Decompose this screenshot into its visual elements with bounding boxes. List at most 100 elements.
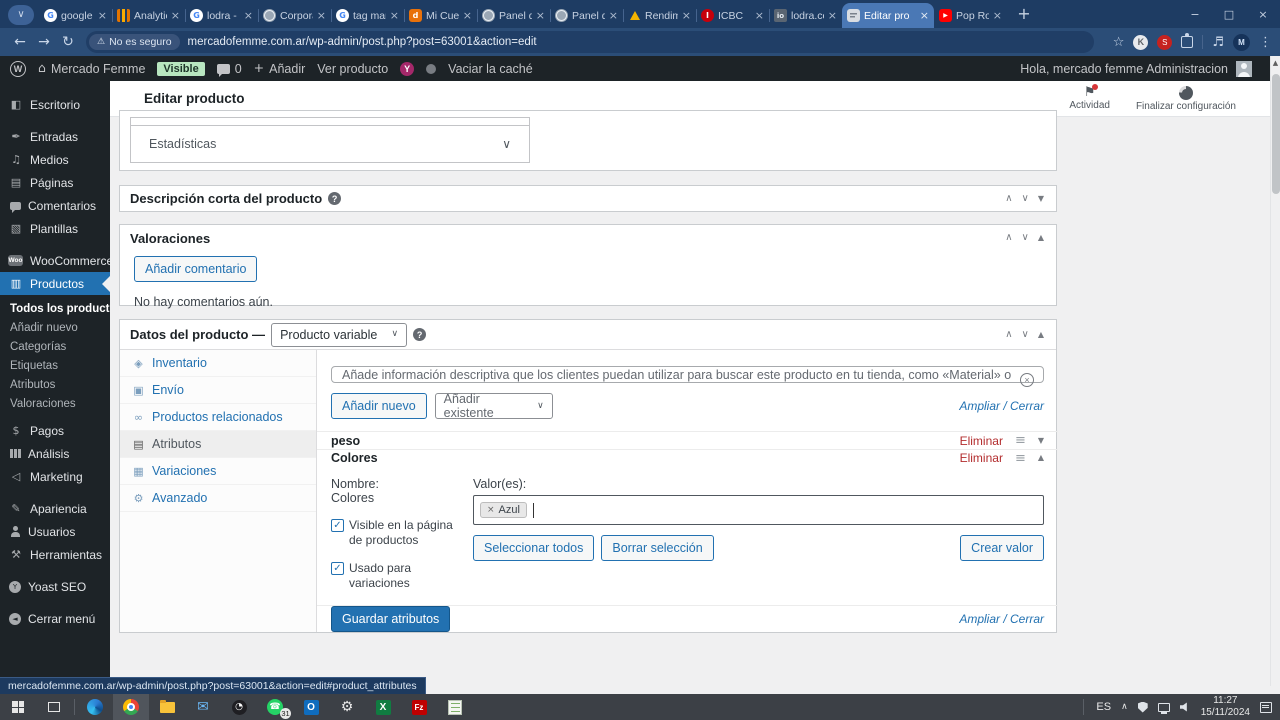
- submenu-categorias[interactable]: Categorías: [0, 337, 110, 356]
- tab-atributos[interactable]: ▤ Atributos: [120, 431, 316, 458]
- task-view-button[interactable]: [36, 694, 72, 720]
- scrollbar-thumb[interactable]: [1272, 74, 1280, 194]
- minimize-button[interactable]: −: [1178, 0, 1212, 28]
- sidebar-item-analisis[interactable]: Análisis: [0, 442, 110, 465]
- add-comment-button[interactable]: Añadir comentario: [134, 256, 257, 282]
- taskbar-notes[interactable]: [437, 694, 473, 720]
- browser-tab[interactable]: Analytics ×: [112, 3, 185, 28]
- browser-tab[interactable]: ICBC ×: [696, 3, 769, 28]
- status-dot-icon[interactable]: [426, 64, 436, 74]
- maximize-button[interactable]: □: [1212, 0, 1246, 28]
- taskbar-clock[interactable]: 11:27 15/11/2024: [1201, 695, 1250, 720]
- attribute-row-colores[interactable]: Colores Eliminar ≡ ▲: [317, 449, 1058, 467]
- move-down-icon[interactable]: ∨: [1022, 330, 1029, 340]
- sidebar-item-woocommerce[interactable]: Woo WooCommerce: [0, 249, 110, 272]
- save-attributes-button[interactable]: Guardar atributos: [331, 606, 450, 632]
- browser-tab[interactable]: lodra - Bus ×: [185, 3, 258, 28]
- yoast-icon[interactable]: Y: [400, 62, 414, 76]
- submenu-todos-los-productos[interactable]: Todos los productos: [0, 299, 110, 318]
- address-bar[interactable]: ⚠ No es seguro mercadofemme.com.ar/wp-ad…: [86, 31, 1094, 53]
- tab-close-icon[interactable]: ×: [920, 10, 929, 21]
- browser-tab[interactable]: Corporaci ×: [258, 3, 331, 28]
- toggle-panel-icon[interactable]: ▼: [1038, 195, 1044, 203]
- checkbox-checked-icon[interactable]: ✓: [331, 519, 344, 532]
- tab-close-icon[interactable]: ×: [682, 10, 691, 21]
- sidebar-item-medios[interactable]: ♫ Medios: [0, 148, 110, 171]
- toggle-panel-icon[interactable]: ▲: [1038, 331, 1044, 339]
- move-up-icon[interactable]: ∧: [1005, 233, 1012, 243]
- tab-search-button[interactable]: ∨: [8, 5, 34, 25]
- admin-bar-new-link[interactable]: + Añadir: [254, 62, 306, 76]
- start-button[interactable]: [0, 694, 36, 720]
- taskbar-excel[interactable]: X: [365, 694, 401, 720]
- browser-tab[interactable]: Mi Cuenta ×: [404, 3, 477, 28]
- hidden-icons-chevron[interactable]: ∧: [1121, 703, 1128, 712]
- language-indicator[interactable]: ES: [1096, 701, 1111, 713]
- toggle-attribute-icon[interactable]: ▲: [1038, 454, 1044, 462]
- move-up-icon[interactable]: ∧: [1005, 194, 1012, 204]
- values-tag-input[interactable]: × Azul: [473, 495, 1044, 525]
- browser-tab[interactable]: tag manag ×: [331, 3, 404, 28]
- tab-close-icon[interactable]: ×: [171, 10, 180, 21]
- admin-bar-site-link[interactable]: ⌂ Mercado Femme: [38, 62, 145, 76]
- new-tab-button[interactable]: +: [1011, 1, 1037, 27]
- network-icon[interactable]: [1158, 703, 1170, 712]
- extension-k-icon[interactable]: K: [1133, 35, 1148, 50]
- tab-close-icon[interactable]: ×: [536, 10, 545, 21]
- admin-bar-account[interactable]: Hola, mercado femme Administracion: [1020, 61, 1270, 77]
- sidebar-item-escritorio[interactable]: ◧ Escritorio: [0, 93, 110, 116]
- sidebar-item-cerrar-menu[interactable]: ◄ Cerrar menú: [0, 607, 110, 630]
- taskbar-file-explorer[interactable]: [149, 694, 185, 720]
- move-down-icon[interactable]: ∨: [1022, 194, 1029, 204]
- select-all-button[interactable]: Seleccionar todos: [473, 535, 594, 561]
- tab-close-icon[interactable]: ×: [98, 10, 107, 21]
- scroll-up-icon[interactable]: ▲: [1271, 56, 1280, 67]
- extensions-puzzle-icon[interactable]: [1181, 36, 1193, 48]
- admin-bar-comments-link[interactable]: 0: [217, 62, 242, 76]
- remove-tag-icon[interactable]: ×: [487, 506, 495, 515]
- drag-handle-icon[interactable]: ≡: [1015, 452, 1026, 465]
- attribute-row-peso[interactable]: peso Eliminar ≡ ▼: [317, 431, 1058, 449]
- tab-envio[interactable]: ▣ Envío: [120, 377, 316, 404]
- back-icon[interactable]: ←: [8, 30, 32, 54]
- tab-avanzado[interactable]: ⚙ Avanzado: [120, 485, 316, 512]
- profile-avatar[interactable]: M: [1233, 34, 1250, 51]
- taskbar-edge[interactable]: [77, 694, 113, 720]
- short-description-header[interactable]: Descripción corta del producto ? ∧ ∨ ▼: [120, 186, 1056, 211]
- sidebar-item-productos[interactable]: ▥ Productos: [0, 272, 110, 295]
- delete-attribute-link[interactable]: Eliminar: [960, 434, 1003, 448]
- taskbar-settings[interactable]: ⚙: [329, 694, 365, 720]
- browser-tab[interactable]: Rendimien ×: [623, 3, 696, 28]
- move-up-icon[interactable]: ∧: [1005, 330, 1012, 340]
- sidebar-item-entradas[interactable]: ✒ Entradas: [0, 125, 110, 148]
- tab-close-icon[interactable]: ×: [993, 10, 1002, 21]
- reviews-header[interactable]: Valoraciones ∧ ∨ ▲: [120, 225, 1056, 251]
- wordpress-logo-icon[interactable]: W: [10, 61, 26, 77]
- activity-button[interactable]: ⚑ Actividad: [1069, 86, 1110, 112]
- browser-tab[interactable]: lodra.com ×: [769, 3, 842, 28]
- toggle-panel-icon[interactable]: ▲: [1038, 234, 1044, 242]
- tab-variaciones[interactable]: ▦ Variaciones: [120, 458, 316, 485]
- tab-inventario[interactable]: ◈ Inventario: [120, 350, 316, 377]
- sidebar-item-marketing[interactable]: ◁ Marketing: [0, 465, 110, 488]
- expand-close-link[interactable]: Ampliar / Cerrar: [959, 612, 1044, 626]
- tab-close-icon[interactable]: ×: [244, 10, 253, 21]
- tab-close-icon[interactable]: ×: [390, 10, 399, 21]
- action-center-icon[interactable]: [1260, 702, 1272, 713]
- browser-tab-active[interactable]: Editar pro ×: [842, 3, 934, 28]
- taskbar-outlook[interactable]: O: [293, 694, 329, 720]
- toggle-attribute-icon[interactable]: ▼: [1038, 437, 1044, 445]
- clear-search-icon[interactable]: ×: [1020, 373, 1034, 387]
- move-down-icon[interactable]: ∨: [1022, 233, 1029, 243]
- tab-close-icon[interactable]: ×: [317, 10, 326, 21]
- help-icon[interactable]: ?: [328, 192, 341, 205]
- variations-checkbox-row[interactable]: ✓ Usado para variaciones: [331, 561, 463, 591]
- admin-bar-clear-cache-link[interactable]: Vaciar la caché: [448, 62, 533, 76]
- taskbar-chrome-active[interactable]: [113, 694, 149, 720]
- attribute-search-input[interactable]: [331, 366, 1044, 383]
- expand-close-link[interactable]: Ampliar / Cerrar: [959, 399, 1044, 413]
- page-scrollbar[interactable]: ▲: [1270, 56, 1280, 686]
- drag-handle-icon[interactable]: ≡: [1015, 434, 1026, 447]
- sidebar-item-comentarios[interactable]: Comentarios: [0, 194, 110, 217]
- submenu-atributos[interactable]: Atributos: [0, 375, 110, 394]
